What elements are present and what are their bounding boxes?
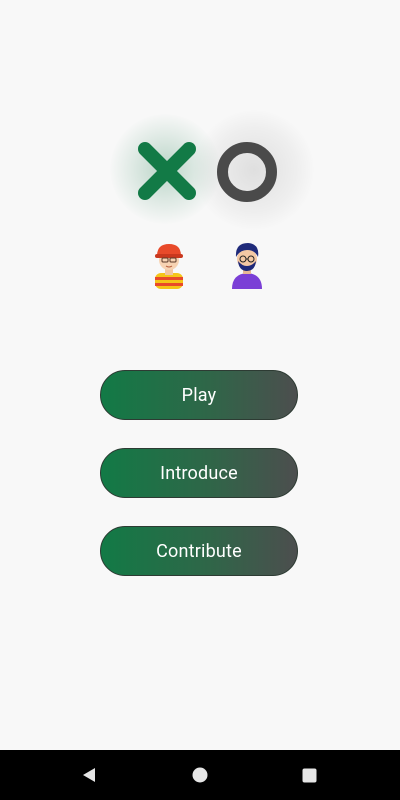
home-circle-icon[interactable] (192, 767, 208, 783)
play-button[interactable]: Play (100, 370, 298, 420)
recents-square-icon[interactable] (302, 768, 317, 783)
app-logo (110, 110, 314, 230)
o-mark-icon (217, 142, 277, 202)
main-menu-screen: Play Introduce Contribute (0, 0, 400, 800)
system-nav-bar (0, 750, 400, 800)
player-one-avatar (155, 244, 183, 289)
player-two-avatar (232, 243, 262, 289)
back-triangle-icon[interactable] (80, 766, 98, 784)
introduce-button[interactable]: Introduce (100, 448, 298, 498)
x-mark-icon (138, 142, 196, 200)
contribute-button[interactable]: Contribute (100, 526, 298, 576)
